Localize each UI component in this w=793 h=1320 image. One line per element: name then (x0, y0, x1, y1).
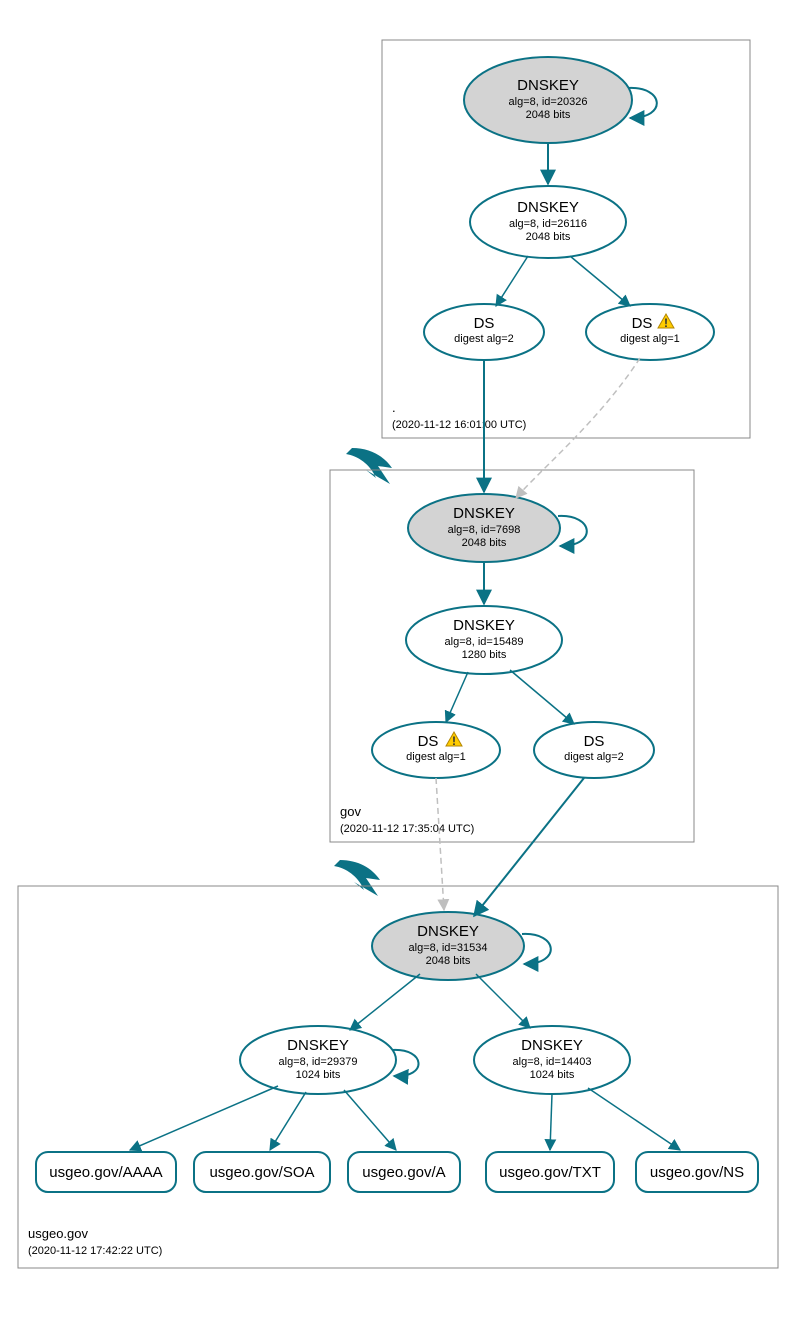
svg-text:DNSKEY: DNSKEY (287, 1037, 349, 1054)
root-dnskey-ksk: DNSKEY alg=8, id=20326 2048 bits (464, 57, 632, 143)
svg-text:DS: DS (632, 315, 653, 332)
edge-govzsk-ds2 (510, 670, 574, 724)
svg-text:DNSKEY: DNSKEY (453, 505, 515, 522)
svg-text:digest alg=2: digest alg=2 (454, 333, 514, 345)
edge-rootzsk-ds1 (570, 256, 630, 306)
svg-text:(2020-11-12 17:42:22 UTC): (2020-11-12 17:42:22 UTC) (28, 1245, 162, 1257)
svg-text:usgeo.gov/AAAA: usgeo.gov/AAAA (49, 1164, 162, 1181)
svg-text:alg=8, id=15489: alg=8, id=15489 (445, 636, 524, 648)
svg-text:digest alg=1: digest alg=1 (620, 333, 680, 345)
svg-text:alg=8, id=26116: alg=8, id=26116 (509, 218, 587, 230)
gov-ksk-selfloop (558, 516, 587, 546)
svg-text:!: ! (452, 734, 456, 748)
edge-14403-ns (588, 1088, 680, 1150)
edge-govzsk-ds1 (446, 672, 468, 722)
svg-text:DNSKEY: DNSKEY (453, 617, 515, 634)
zone-gov-label: gov (340, 804, 361, 819)
svg-text:2048 bits: 2048 bits (526, 109, 571, 121)
svg-text:1280 bits: 1280 bits (462, 649, 507, 661)
edge-29379-aaaa (130, 1086, 278, 1150)
dnssec-graph: . (2020-11-12 16:01:00 UTC) DNSKEY alg=8… (0, 0, 793, 1320)
svg-text:DS: DS (584, 733, 605, 750)
zone-root-time: (2020-11-12 16:01:00 UTC) (392, 419, 526, 431)
usgeo-dnskey-29379: DNSKEY alg=8, id=29379 1024 bits (240, 1026, 396, 1094)
svg-text:usgeo.gov/SOA: usgeo.gov/SOA (209, 1164, 314, 1181)
svg-text:DNSKEY: DNSKEY (521, 1037, 583, 1054)
svg-text:digest alg=1: digest alg=1 (406, 751, 466, 763)
edge-usgeoksk-14403 (476, 974, 530, 1028)
rr-txt: usgeo.gov/TXT (486, 1152, 614, 1192)
svg-text:2048 bits: 2048 bits (426, 955, 471, 967)
svg-text:DNSKEY: DNSKEY (417, 923, 479, 940)
svg-text:2048 bits: 2048 bits (462, 537, 507, 549)
root-dnskey-zsk: DNSKEY alg=8, id=26116 2048 bits (470, 186, 626, 258)
edge-14403-txt (550, 1094, 552, 1150)
edge-govds2-usgeoksk (474, 778, 584, 916)
svg-text:usgeo.gov/A: usgeo.gov/A (362, 1164, 445, 1181)
svg-text:1024 bits: 1024 bits (296, 1069, 341, 1081)
svg-text:1024 bits: 1024 bits (530, 1069, 575, 1081)
svg-text:alg=8, id=14403: alg=8, id=14403 (513, 1056, 592, 1068)
svg-text:DNSKEY: DNSKEY (517, 77, 579, 94)
svg-text:alg=8, id=7698: alg=8, id=7698 (448, 524, 521, 536)
delegation-arrow-gov-usgeo (334, 860, 380, 896)
zone-usgeo-label: usgeo.gov (28, 1226, 88, 1241)
svg-text:DNSKEY: DNSKEY (517, 199, 579, 216)
svg-text:usgeo.gov/NS: usgeo.gov/NS (650, 1164, 744, 1181)
svg-text:2048 bits: 2048 bits (526, 231, 571, 243)
gov-dnskey-ksk: DNSKEY alg=8, id=7698 2048 bits (408, 494, 560, 562)
svg-text:alg=8, id=29379: alg=8, id=29379 (279, 1056, 358, 1068)
gov-ds-alg1: DS digest alg=1 ! (372, 722, 500, 778)
usgeo-dnskey-ksk: DNSKEY alg=8, id=31534 2048 bits (372, 912, 524, 980)
svg-text:!: ! (664, 316, 668, 330)
root-ds-alg2: DS digest alg=2 (424, 304, 544, 360)
edge-rootzsk-ds2 (496, 256, 528, 306)
svg-text:alg=8, id=31534: alg=8, id=31534 (409, 942, 488, 954)
rr-aaaa: usgeo.gov/AAAA (36, 1152, 176, 1192)
rr-ns: usgeo.gov/NS (636, 1152, 758, 1192)
delegation-arrow-root-gov (346, 448, 392, 484)
zone-root-label: . (392, 400, 396, 415)
edge-ds1-govksk-dashed (516, 358, 640, 498)
svg-text:(2020-11-12 17:35:04 UTC): (2020-11-12 17:35:04 UTC) (340, 823, 474, 835)
rr-a: usgeo.gov/A (348, 1152, 460, 1192)
edge-29379-soa (270, 1092, 306, 1150)
edge-29379-a (344, 1090, 396, 1150)
svg-text:DS: DS (474, 315, 495, 332)
edge-usgeoksk-29379 (350, 974, 420, 1030)
gov-ds-alg2: DS digest alg=2 (534, 722, 654, 778)
svg-text:digest alg=2: digest alg=2 (564, 751, 624, 763)
svg-text:alg=8, id=20326: alg=8, id=20326 (509, 96, 588, 108)
usgeo-dnskey-14403: DNSKEY alg=8, id=14403 1024 bits (474, 1026, 630, 1094)
usgeo-ksk-selfloop (522, 934, 551, 964)
edge-govds1-usgeoksk-dashed (436, 778, 444, 910)
gov-dnskey-zsk: DNSKEY alg=8, id=15489 1280 bits (406, 606, 562, 674)
root-ds-alg1: DS digest alg=1 ! (586, 304, 714, 360)
rr-soa: usgeo.gov/SOA (194, 1152, 330, 1192)
svg-text:usgeo.gov/TXT: usgeo.gov/TXT (499, 1164, 601, 1181)
svg-text:DS: DS (418, 733, 439, 750)
